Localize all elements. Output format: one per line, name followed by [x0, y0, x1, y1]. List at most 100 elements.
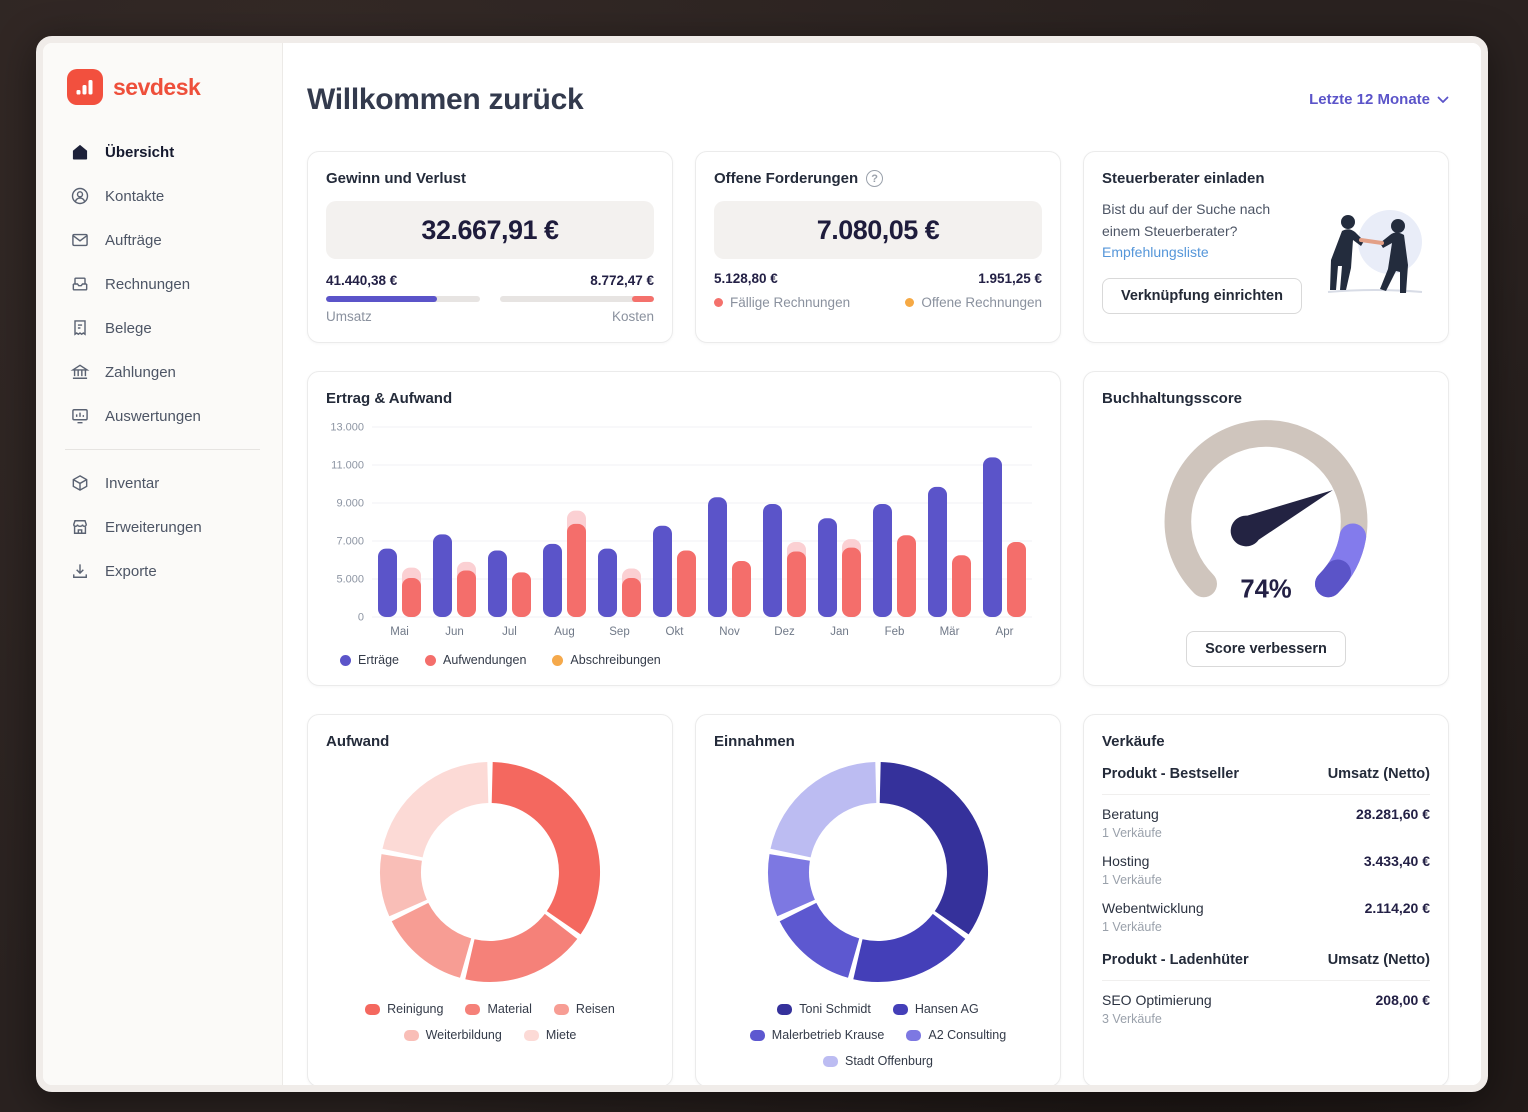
legend-item[interactable]: Reinigung [365, 1002, 443, 1016]
x-tick-label: Nov [719, 626, 740, 638]
bar-ertrag-Jan[interactable] [818, 518, 837, 617]
bar-aufwand-Jun[interactable] [457, 570, 476, 617]
legend-item[interactable]: Miete [523, 1028, 576, 1042]
bar-ertrag-Feb[interactable] [873, 503, 892, 617]
mail-icon [69, 229, 91, 251]
sidebar-item-uebersicht[interactable]: Übersicht [61, 131, 264, 173]
sales-row[interactable]: Hosting 1 Verkäufe 3.433,40 € [1102, 842, 1430, 889]
accounting-score-title: Buchhaltungsscore [1102, 390, 1243, 407]
y-tick-label: 13.000 [330, 422, 364, 434]
bar-aufwand-Feb[interactable] [897, 535, 916, 617]
setup-connection-button[interactable]: Verknüpfung einrichten [1102, 278, 1302, 315]
sales-row[interactable]: Beratung 1 Verkäufe 28.281,60 € [1102, 795, 1430, 842]
bar-ertrag-Sep[interactable] [598, 548, 617, 617]
revenue-label: Umsatz [326, 309, 372, 324]
chevron-down-icon [1437, 91, 1449, 108]
product-sales-count: 1 Verkäufe [1102, 826, 1162, 840]
sidebar-item-rechnungen[interactable]: Rechnungen [61, 263, 264, 305]
sidebar-item-belege[interactable]: Belege [61, 307, 264, 349]
bar-ertrag-Jul[interactable] [488, 550, 507, 618]
revenue-progressbar [326, 296, 481, 302]
legend-item[interactable]: Malerbetrieb Krause [749, 1028, 885, 1042]
donut-segment-reinigung[interactable] [491, 762, 601, 935]
donut-segment-toni-schmidt[interactable] [879, 762, 989, 935]
bar-aufwand-Jul[interactable] [512, 572, 531, 617]
donut-segment-weiterbildung[interactable] [380, 854, 427, 917]
sidebar-item-zahlungen[interactable]: Zahlungen [61, 351, 264, 393]
bar-aufwand-Dez[interactable] [787, 551, 806, 617]
sidebar-item-inventar[interactable]: Inventar [61, 462, 264, 504]
tax-advisor-text: Bist du auf der Suche nach einem Steuerb… [1102, 201, 1271, 261]
bar-aufwand-Jan[interactable] [842, 547, 861, 617]
bar-ertrag-Nov[interactable] [708, 497, 727, 617]
x-tick-label: Jul [502, 626, 517, 638]
legend-item[interactable]: Material [465, 1002, 532, 1016]
sidebar-item-auswertungen[interactable]: Auswertungen [61, 395, 264, 437]
bar-aufwand-Okt[interactable] [677, 550, 696, 618]
help-icon[interactable]: ? [866, 170, 884, 187]
bar-aufwand-Aug[interactable] [567, 523, 586, 617]
sevdesk-logo[interactable]: sevdesk [61, 65, 264, 131]
legend-item[interactable]: Aufwendungen [425, 653, 526, 667]
product-revenue: 28.281,60 € [1356, 806, 1430, 822]
bar-aufwand-Mär[interactable] [952, 555, 971, 617]
period-selector[interactable]: Letzte 12 Monate [1309, 91, 1449, 108]
sidebar-item-exporte[interactable]: Exporte [61, 550, 264, 592]
donut-segment-hansen-ag[interactable] [853, 913, 966, 983]
sales-section-value-header: Umsatz (Netto) [1327, 952, 1430, 968]
sidebar-item-label: Übersicht [105, 143, 175, 161]
receivables-total-box: 7.080,05 € [714, 201, 1042, 259]
bar-chart-legend: Erträge Aufwendungen Abschreibungen [326, 653, 1042, 667]
sales-section-title: Produkt - Bestseller [1102, 766, 1239, 782]
sales-section-value-header: Umsatz (Netto) [1327, 766, 1430, 782]
sales-row[interactable]: Webentwicklung 1 Verkäufe 2.114,20 € [1102, 889, 1430, 936]
legend-swatch [777, 1003, 793, 1015]
legend-item[interactable]: Hansen AG [892, 1002, 979, 1016]
sidebar-item-label: Belege [105, 319, 152, 337]
sidebar-item-auftraege[interactable]: Aufträge [61, 219, 264, 261]
legend-item[interactable]: Weiterbildung [403, 1028, 502, 1042]
donut-segment-stadt-offenburg[interactable] [770, 762, 877, 858]
donut-segment-reisen[interactable] [391, 902, 472, 978]
bar-ertrag-Mär[interactable] [928, 486, 947, 617]
legend-item[interactable]: Toni Schmidt [777, 1002, 871, 1016]
x-tick-label: Apr [996, 626, 1014, 638]
contacts-icon [69, 185, 91, 207]
improve-score-button[interactable]: Score verbessern [1186, 630, 1346, 667]
x-tick-label: Mär [940, 626, 960, 638]
receipt-icon [69, 317, 91, 339]
donut-segment-malerbetrieb-krause[interactable] [779, 902, 860, 978]
bar-ertrag-Okt[interactable] [653, 525, 672, 617]
sidebar-item-label: Aufträge [105, 231, 162, 249]
open-invoices-dot [905, 298, 915, 307]
sidebar-item-erweiterungen[interactable]: Erweiterungen [61, 506, 264, 548]
donut-segment-a2-consulting[interactable] [768, 854, 815, 917]
legend-item[interactable]: A2 Consulting [906, 1028, 1006, 1042]
bar-ertrag-Jun[interactable] [433, 534, 452, 617]
home-icon [69, 141, 91, 163]
bar-ertrag-Dez[interactable] [763, 503, 782, 617]
bar-aufwand-Nov[interactable] [732, 560, 751, 617]
accounting-score-gauge: 74% [1102, 415, 1430, 621]
y-tick-label: 9.000 [336, 498, 364, 510]
legend-item[interactable]: Abschreibungen [552, 653, 661, 667]
legend-item[interactable]: Reisen [553, 1002, 615, 1016]
sidebar-item-kontakte[interactable]: Kontakte [61, 175, 264, 217]
legend-item[interactable]: Erträge [340, 653, 399, 667]
bar-ertrag-Apr[interactable] [983, 457, 1002, 617]
donut-segment-miete[interactable] [382, 762, 489, 858]
bar-aufwand-Sep[interactable] [622, 578, 641, 617]
legend-label: Malerbetrieb Krause [771, 1028, 885, 1042]
legend-item[interactable]: Stadt Offenburg [822, 1054, 933, 1068]
bar-ertrag-Aug[interactable] [543, 543, 562, 617]
donut-segment-material[interactable] [465, 913, 578, 983]
legend-swatch [552, 654, 564, 666]
bar-aufwand-Mai[interactable] [402, 578, 421, 617]
page-title: Willkommen zurück [307, 83, 584, 116]
bar-aufwand-Apr[interactable] [1007, 541, 1026, 617]
recommendation-link[interactable]: Empfehlungsliste [1102, 244, 1209, 260]
due-invoices-value: 5.128,80 € [714, 271, 778, 286]
sales-row[interactable]: SEO Optimierung 3 Verkäufe 208,00 € [1102, 981, 1430, 1028]
bar-ertrag-Mai[interactable] [378, 548, 397, 617]
income-donut-title: Einnahmen [714, 733, 795, 750]
